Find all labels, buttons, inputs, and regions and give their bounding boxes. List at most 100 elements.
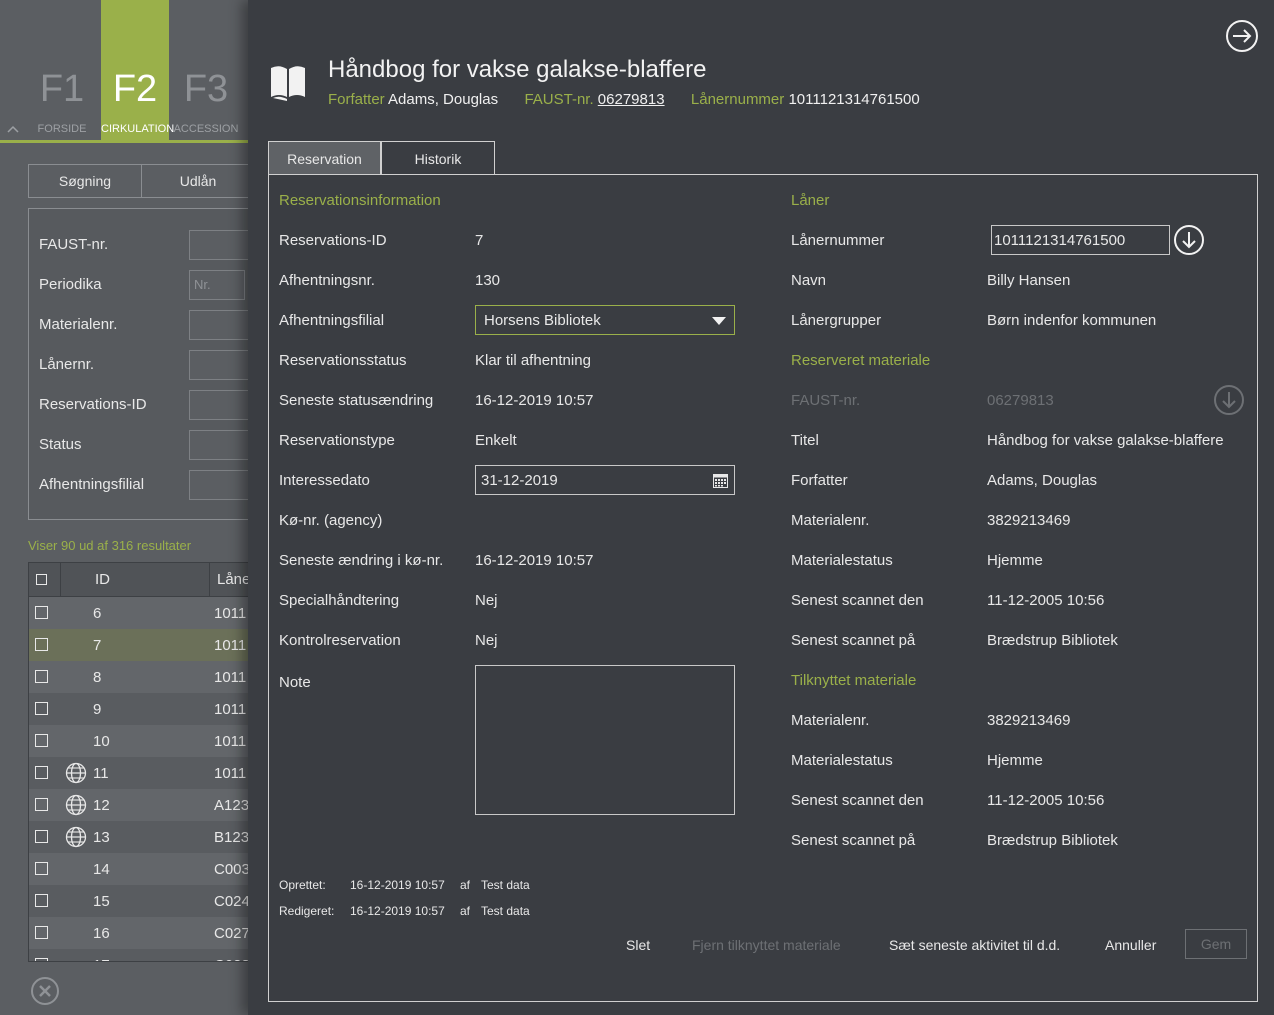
status-input[interactable] bbox=[189, 430, 248, 460]
download-arrow-icon bbox=[1214, 385, 1244, 415]
row-checkbox[interactable] bbox=[35, 894, 48, 907]
filter-label: Afhentningsfilial bbox=[39, 476, 145, 493]
date-value: 31-12-2019 bbox=[481, 472, 558, 489]
set-latest-activity-button[interactable]: Sæt seneste aktivitet til d.d. bbox=[889, 937, 1060, 953]
table-row[interactable]: 12 A123 bbox=[29, 789, 248, 821]
row-checkbox[interactable] bbox=[35, 926, 48, 939]
row-checkbox[interactable] bbox=[35, 734, 48, 747]
table-row[interactable]: 6 1011 bbox=[29, 597, 248, 629]
ftab-accession[interactable]: F3 ACCESSION bbox=[172, 0, 240, 140]
filter-faust: FAUST-nr. bbox=[39, 230, 248, 260]
table-row[interactable]: 16 C027 bbox=[29, 917, 248, 949]
page-title: Håndbog for vakse galakse-blaffere bbox=[328, 56, 707, 83]
reservations-id-value: 7 bbox=[475, 232, 484, 249]
materialenr-input[interactable] bbox=[189, 310, 248, 340]
field-label: Reservationstype bbox=[279, 432, 395, 449]
tab-historik[interactable]: Historik bbox=[381, 141, 495, 175]
periodika-input[interactable]: Nr. bbox=[189, 270, 245, 300]
row-checkbox[interactable] bbox=[35, 798, 48, 811]
reservationstype-value: Enkelt bbox=[475, 432, 517, 449]
reservations-id-input[interactable] bbox=[189, 390, 248, 420]
delete-button[interactable]: Slet bbox=[626, 937, 650, 953]
ftab-forside[interactable]: F1 FORSIDE bbox=[28, 0, 96, 140]
field-label: Forfatter bbox=[791, 472, 848, 489]
filter-label: Materialenr. bbox=[39, 316, 118, 333]
table-row[interactable]: 14 C003 bbox=[29, 853, 248, 885]
filter-afhentningsfilial: Afhentningsfilial bbox=[39, 470, 248, 500]
table-row[interactable]: 17 C028 bbox=[29, 949, 248, 961]
row-checkbox[interactable] bbox=[35, 862, 48, 875]
row-laaner: 1011 bbox=[214, 733, 247, 750]
table-row[interactable]: 10 1011 bbox=[29, 725, 248, 757]
seneste-statusaendring-value: 16-12-2019 10:57 bbox=[475, 392, 594, 409]
field-label: Senest scannet den bbox=[791, 792, 924, 809]
row-checkbox[interactable] bbox=[35, 702, 48, 715]
table-row[interactable]: 9 1011 bbox=[29, 693, 248, 725]
ftab-cirkulation[interactable]: F2 CIRKULATION bbox=[101, 0, 174, 140]
ftab-label: ACCESSION bbox=[173, 123, 239, 135]
table-row[interactable]: 7 1011 bbox=[29, 629, 248, 661]
selected-value: Horsens Bibliotek bbox=[484, 312, 601, 329]
edited-by: Test data bbox=[481, 904, 530, 918]
section-reservationsinformation: Reservationsinformation bbox=[279, 192, 441, 209]
calendar-icon[interactable] bbox=[713, 473, 728, 488]
tab-udlaan[interactable]: Udlån bbox=[142, 165, 248, 197]
close-icon[interactable] bbox=[30, 976, 60, 1006]
row-id: 11 bbox=[93, 765, 109, 782]
afhentningsfilial-input[interactable] bbox=[189, 470, 248, 500]
row-id: 10 bbox=[93, 733, 110, 750]
cancel-button[interactable]: Annuller bbox=[1105, 937, 1156, 953]
created-by: Test data bbox=[481, 878, 530, 892]
note-textarea[interactable] bbox=[475, 665, 735, 815]
interessedato-input[interactable]: 31-12-2019 bbox=[475, 465, 735, 495]
row-id: 9 bbox=[93, 701, 102, 718]
download-arrow-icon[interactable] bbox=[1173, 224, 1205, 256]
row-laaner: C028 bbox=[214, 957, 248, 961]
search-tabs: Søgning Udlån bbox=[28, 164, 248, 198]
globe-icon bbox=[65, 794, 87, 816]
row-checkbox[interactable] bbox=[35, 766, 48, 779]
created-by-label: af bbox=[460, 878, 471, 892]
row-checkbox[interactable] bbox=[35, 638, 48, 651]
ftab-key: F3 bbox=[183, 68, 229, 110]
field-label: Reservationsstatus bbox=[279, 352, 407, 369]
faust-input[interactable] bbox=[189, 230, 248, 260]
created-date: 16-12-2019 10:57 bbox=[350, 878, 445, 892]
table-row[interactable]: 13 B123 bbox=[29, 821, 248, 853]
exit-arrow-icon[interactable] bbox=[1224, 18, 1260, 54]
field-label: Senest scannet på bbox=[791, 832, 916, 849]
field-label: FAUST-nr. bbox=[791, 392, 861, 409]
globe-icon bbox=[65, 826, 87, 848]
remove-linked-material-button[interactable]: Fjern tilknyttet materiale bbox=[692, 937, 841, 953]
result-table: ID Låne 6 1011 7 1011 8 1011 9 1011 10 1011 11 1011… bbox=[28, 562, 248, 962]
senest-scannet-paa-value: Brædstrup Bibliotek bbox=[987, 632, 1118, 649]
filter-materialenr: Materialenr. bbox=[39, 310, 248, 340]
afhentningsfilial-select[interactable]: Horsens Bibliotek bbox=[475, 305, 735, 335]
filter-box: FAUST-nr. Periodika Nr. Materialenr. Lån… bbox=[28, 208, 248, 520]
tab-reservation[interactable]: Reservation bbox=[268, 141, 381, 175]
select-all-checkbox[interactable] bbox=[36, 574, 47, 585]
filter-laanernr: Lånernr. bbox=[39, 350, 248, 380]
tab-soegning[interactable]: Søgning bbox=[29, 165, 142, 197]
save-button[interactable]: Gem bbox=[1185, 929, 1247, 959]
row-checkbox[interactable] bbox=[35, 670, 48, 683]
row-checkbox[interactable] bbox=[35, 606, 48, 619]
row-laaner: 1011 bbox=[214, 765, 247, 782]
column-header-laaner[interactable]: Låne bbox=[217, 571, 248, 588]
kontrolreservation-value: Nej bbox=[475, 632, 498, 649]
table-row[interactable]: 11 1011 bbox=[29, 757, 248, 789]
table-row[interactable]: 15 C024 bbox=[29, 885, 248, 917]
chevron-up-icon[interactable] bbox=[7, 124, 19, 134]
row-checkbox[interactable] bbox=[35, 958, 48, 961]
row-checkbox[interactable] bbox=[35, 830, 48, 843]
column-header-id[interactable]: ID bbox=[95, 571, 110, 588]
laanernr-input[interactable] bbox=[189, 350, 248, 380]
row-laaner: 1011 bbox=[214, 701, 247, 718]
chevron-down-icon bbox=[712, 317, 726, 325]
row-id: 12 bbox=[93, 797, 110, 814]
faust-link[interactable]: 06279813 bbox=[598, 91, 665, 108]
row-laaner: B123 bbox=[214, 829, 248, 846]
field-label: Materialestatus bbox=[791, 752, 893, 769]
table-row[interactable]: 8 1011 bbox=[29, 661, 248, 693]
laanernummer-input[interactable]: 1011121314761500 bbox=[991, 225, 1170, 255]
